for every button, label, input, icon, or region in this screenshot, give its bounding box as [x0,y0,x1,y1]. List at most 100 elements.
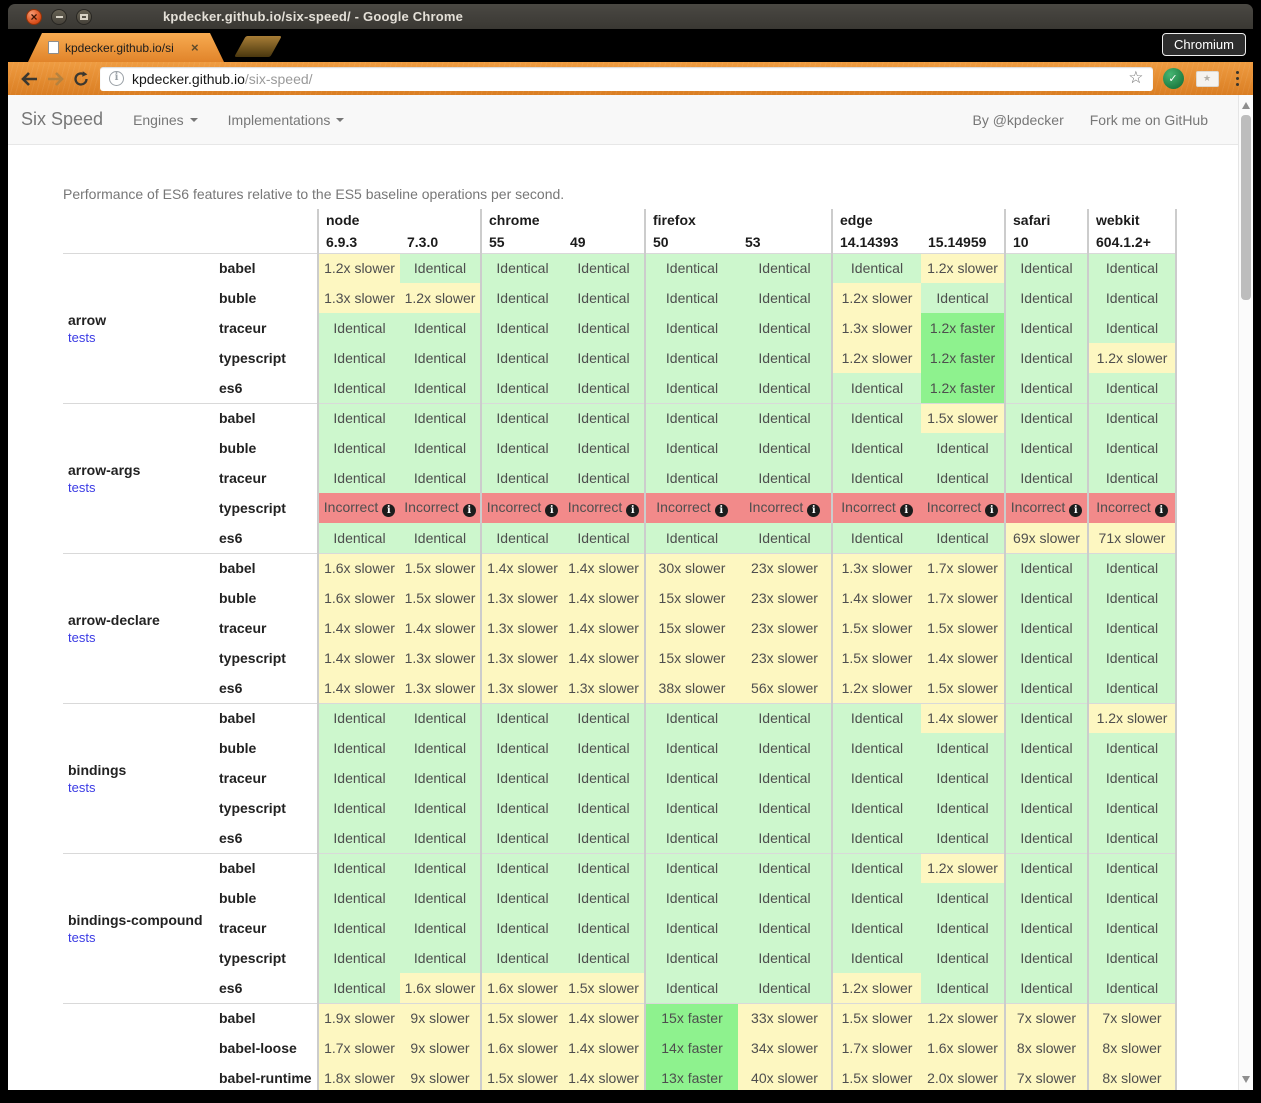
window-maximize-button[interactable] [76,9,92,25]
result-cell: Incorrecti [481,493,563,523]
result-cell: Identical [563,853,645,883]
result-cell: 38x slower [645,673,738,703]
result-cell: Identical [481,343,563,373]
back-button[interactable] [16,66,42,92]
result-cell: Identical [645,373,738,403]
scroll-up-icon[interactable] [1242,102,1250,109]
result-cell: 1.2x slower [318,253,400,283]
category-cell: arrow-argstests [63,403,215,553]
result-cell: Identical [738,703,832,733]
result-cell: 1.2x slower [921,1003,1005,1033]
result-cell: Incorrecti [563,493,645,523]
result-cell: Incorrecti [738,493,832,523]
info-icon: i [1155,504,1168,517]
result-cell: Identical [563,373,645,403]
result-cell: 1.4x slower [563,1003,645,1033]
result-cell: 1.4x slower [563,643,645,673]
reload-button[interactable] [68,66,94,92]
result-cell: Identical [832,763,921,793]
bookmark-star-icon[interactable]: ☆ [1128,70,1143,87]
maximize-icon [80,14,88,20]
result-cell: Identical [563,733,645,763]
extension-check-icon[interactable]: ✓ [1163,68,1184,89]
extension-page-action-icon[interactable]: ★ [1196,71,1219,87]
scroll-down-icon[interactable] [1242,1076,1250,1083]
table-row: typescriptIdenticalIdenticalIdenticalIde… [63,943,1176,973]
tests-link[interactable]: tests [68,630,95,645]
table-row: bubleIdenticalIdenticalIdenticalIdentica… [63,433,1176,463]
result-cell: Identical [400,793,481,823]
result-cell: 23x slower [738,583,832,613]
browser-menu-button[interactable] [1232,69,1244,89]
result-cell: 56x slower [738,673,832,703]
result-cell: Identical [1088,823,1176,853]
results-table: nodechromefirefoxedgesafariwebkit6.9.37.… [63,209,1177,1090]
result-cell: Identical [1005,283,1088,313]
tab-close-icon[interactable]: × [191,41,199,54]
tests-link[interactable]: tests [68,330,95,345]
result-cell: 40x slower [738,1063,832,1090]
result-cell: Identical [1088,283,1176,313]
result-cell: 1.3x slower [318,283,400,313]
tests-link[interactable]: tests [68,780,95,795]
nav-engines[interactable]: Engines [133,112,198,128]
page-document-icon [48,41,59,54]
implementation-cell: babel [215,553,318,583]
result-cell: 33x slower [738,1003,832,1033]
scrollbar[interactable] [1238,95,1253,1090]
engine-header: firefox [645,209,832,231]
result-cell: Identical [1005,553,1088,583]
result-cell: Identical [1088,973,1176,1003]
result-cell: Identical [921,733,1005,763]
result-cell: 23x slower [738,613,832,643]
result-cell: Identical [832,733,921,763]
result-cell: Identical [318,883,400,913]
tests-link[interactable]: tests [68,480,95,495]
new-tab-button[interactable] [234,36,282,57]
nav-implementations-label: Implementations [228,112,331,128]
result-cell: 1.3x slower [481,583,563,613]
result-cell: Identical [318,823,400,853]
result-cell: 1.6x slower [921,1033,1005,1063]
version-header: 14.14393 [832,231,921,253]
tests-link[interactable]: tests [68,930,95,945]
scroll-thumb[interactable] [1241,115,1251,300]
result-cell: Identical [563,433,645,463]
forward-button[interactable] [42,66,68,92]
result-cell: 1.3x slower [481,643,563,673]
result-cell: 1.2x faster [921,313,1005,343]
result-cell: Identical [645,283,738,313]
omnibox[interactable]: i kpdecker.github.io/six-speed/ ☆ [100,67,1153,91]
result-cell: Identical [645,343,738,373]
result-cell: Identical [481,253,563,283]
nav-implementations[interactable]: Implementations [228,112,345,128]
result-cell: Identical [400,433,481,463]
result-cell: Identical [645,403,738,433]
fork-link[interactable]: Fork me on GitHub [1090,112,1208,128]
result-cell: Identical [738,523,832,553]
result-cell: 7x slower [1088,1003,1176,1033]
category-name: arrow [68,312,215,328]
result-cell: 1.5x slower [921,673,1005,703]
result-cell: 1.4x slower [563,1033,645,1063]
result-cell: 1.5x slower [563,973,645,1003]
result-cell: Identical [481,763,563,793]
result-cell: 34x slower [738,1033,832,1063]
url-text: kpdecker.github.io/six-speed/ [132,71,313,87]
result-cell: 7x slower [1005,1003,1088,1033]
info-icon: i [715,504,728,517]
brand[interactable]: Six Speed [21,109,103,130]
browser-tab[interactable]: kpdecker.github.io/si × [28,33,224,62]
page-info-icon[interactable]: i [109,71,124,86]
window-minimize-button[interactable] [51,9,67,25]
byline-link[interactable]: By @kpdecker [972,112,1063,128]
result-cell: 1.3x slower [563,673,645,703]
category-cell: arrow-declaretests [63,553,215,703]
result-cell: 1.6x slower [318,583,400,613]
result-cell: Identical [481,373,563,403]
window-close-button[interactable]: × [26,9,42,25]
result-cell: Identical [400,253,481,283]
reload-icon [72,70,90,88]
implementation-cell: typescript [215,343,318,373]
result-cell: Identical [563,763,645,793]
